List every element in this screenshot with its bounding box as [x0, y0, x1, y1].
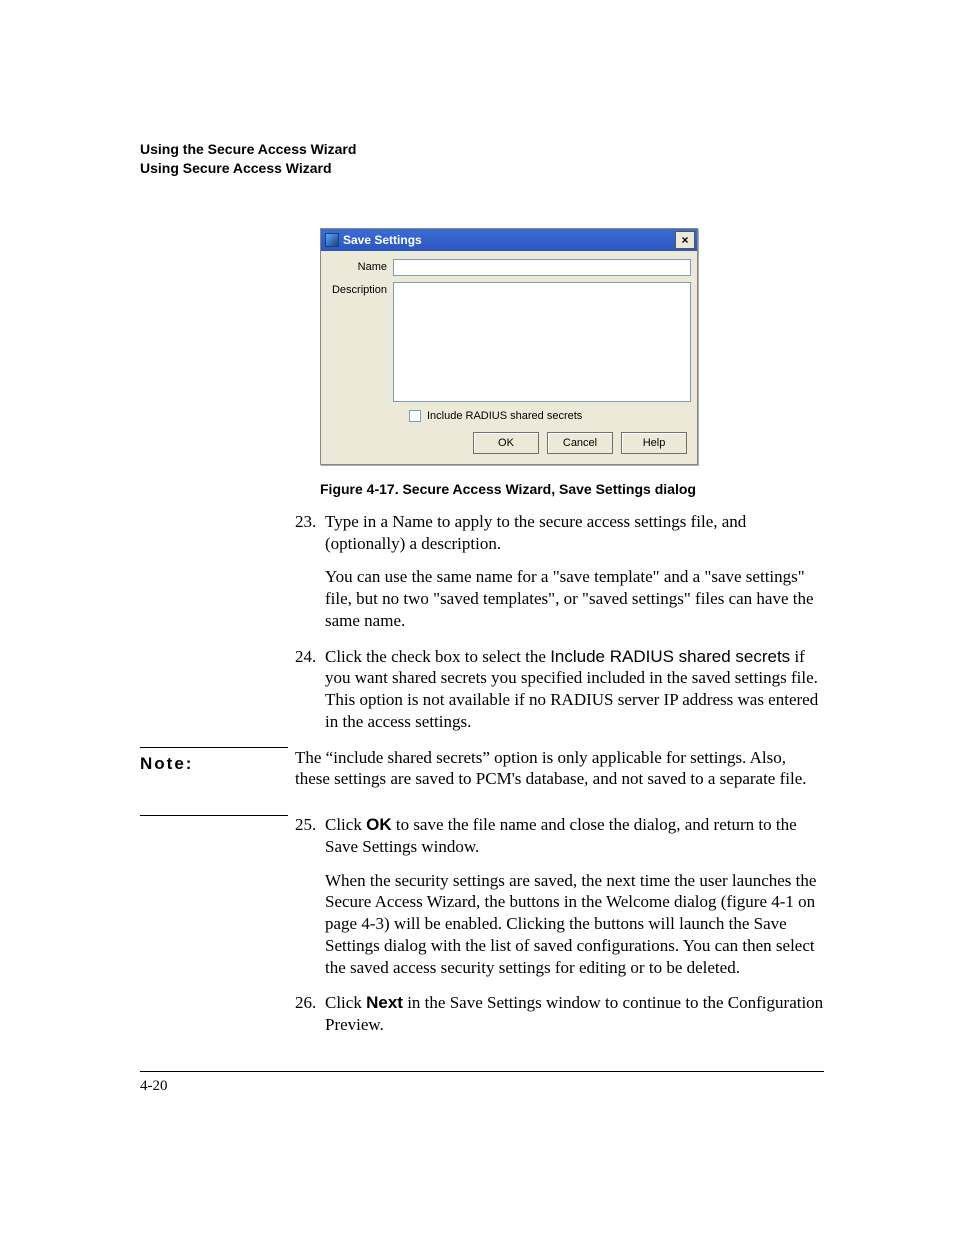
step-24: 24. Click the check box to select the In…: [295, 646, 824, 733]
step-23: 23. Type in a Name to apply to the secur…: [295, 511, 824, 632]
checkbox-row: Include RADIUS shared secrets: [409, 410, 691, 422]
ok-button[interactable]: OK: [473, 432, 539, 454]
note-label: Note:: [140, 753, 193, 775]
description-label: Description: [327, 282, 393, 296]
note-text: The “include shared secrets” option is o…: [295, 747, 824, 791]
step-text: Click OK to save the file name and close…: [325, 814, 824, 858]
step-number: 23.: [295, 511, 325, 632]
close-icon: ×: [681, 234, 688, 246]
step-number: 25.: [295, 814, 325, 978]
include-secrets-checkbox[interactable]: [409, 410, 421, 422]
note-rule: [140, 747, 288, 748]
description-row: Description: [327, 282, 691, 402]
text-run: Click the check box to select the: [325, 647, 550, 666]
step-text: When the security settings are saved, th…: [325, 870, 824, 979]
running-header: Using the Secure Access Wizard Using Sec…: [140, 140, 824, 178]
dialog-body: Name Description Include RADIUS shared s…: [321, 251, 697, 464]
header-line2: Using Secure Access Wizard: [140, 159, 824, 178]
cancel-button[interactable]: Cancel: [547, 432, 613, 454]
name-row: Name: [327, 259, 691, 276]
button-row: OK Cancel Help: [327, 432, 691, 458]
name-label: Name: [327, 259, 393, 273]
step-text: Type in a Name to apply to the secure ac…: [325, 511, 824, 555]
ui-term: OK: [366, 815, 392, 834]
step-26: 26. Click Next in the Save Settings wind…: [295, 992, 824, 1036]
dialog-title: Save Settings: [343, 233, 422, 247]
include-secrets-label: Include RADIUS shared secrets: [427, 410, 582, 422]
note-block: Note: The “include shared secrets” optio…: [295, 747, 824, 791]
description-input[interactable]: [393, 282, 691, 402]
step-list: 23. Type in a Name to apply to the secur…: [295, 511, 824, 733]
text-run: Click: [325, 815, 366, 834]
step-number: 24.: [295, 646, 325, 733]
step-25: 25. Click OK to save the file name and c…: [295, 814, 824, 978]
figure: Save Settings × Name Description Include: [320, 228, 824, 497]
close-button[interactable]: ×: [675, 231, 695, 249]
ui-term: Next: [366, 993, 403, 1012]
step-text: Click Next in the Save Settings window t…: [325, 992, 824, 1036]
step-text: Click the check box to select the Includ…: [325, 646, 824, 733]
name-input[interactable]: [393, 259, 691, 276]
header-line1: Using the Secure Access Wizard: [140, 140, 824, 159]
dialog-titlebar: Save Settings ×: [321, 229, 697, 251]
step-number: 26.: [295, 992, 325, 1036]
app-icon: [325, 233, 339, 247]
body-column: 23. Type in a Name to apply to the secur…: [295, 511, 824, 1036]
titlebar-left: Save Settings: [325, 233, 422, 247]
ui-term: Include RADIUS shared secrets: [550, 647, 790, 666]
footer-rule: [140, 1071, 824, 1072]
note-rule: [140, 815, 288, 816]
page-footer: 4-20: [140, 1071, 824, 1095]
save-settings-dialog: Save Settings × Name Description Include: [320, 228, 698, 465]
step-text: You can use the same name for a "save te…: [325, 566, 824, 631]
text-run: Click: [325, 993, 366, 1012]
step-list: 25. Click OK to save the file name and c…: [295, 814, 824, 1036]
help-button[interactable]: Help: [621, 432, 687, 454]
page-number: 4-20: [140, 1078, 824, 1095]
text-run: to save the file name and close the dial…: [325, 815, 797, 856]
figure-caption: Figure 4-17. Secure Access Wizard, Save …: [320, 481, 824, 497]
